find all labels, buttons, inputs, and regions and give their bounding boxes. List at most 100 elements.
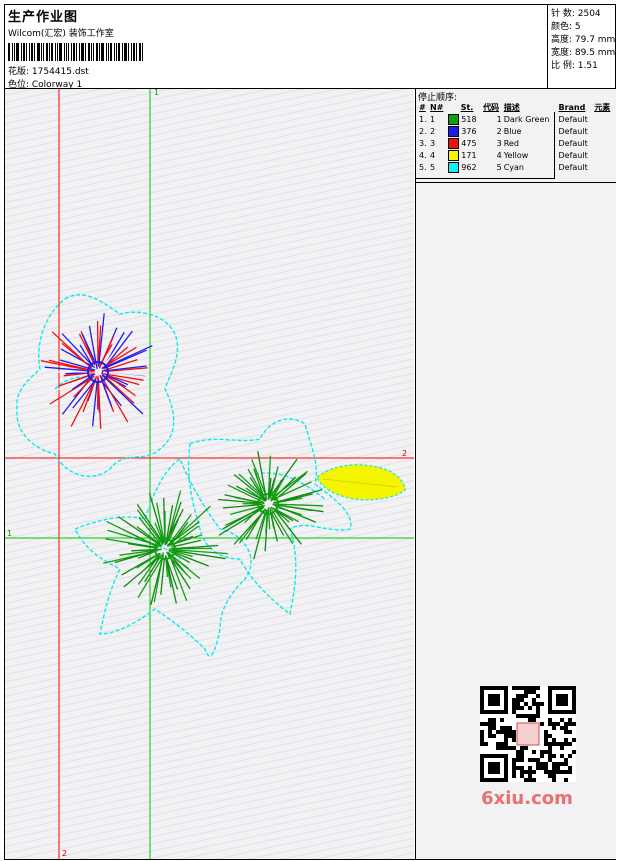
table-row[interactable]: 5. 5 962 5 Cyan Default xyxy=(418,161,614,173)
qr-module xyxy=(512,702,516,706)
qr-module xyxy=(532,714,536,718)
qr-module xyxy=(528,706,532,710)
stitch-line xyxy=(114,549,158,564)
qr-module xyxy=(540,750,544,754)
qr-module xyxy=(544,730,548,734)
qr-module xyxy=(568,766,572,770)
qr-module xyxy=(520,774,524,778)
row-stitches: 171 xyxy=(447,149,482,161)
row-stitches: 376 xyxy=(447,125,482,137)
table-row[interactable]: 1. 1 518 1 Dark Green Default xyxy=(418,113,614,125)
watermark-site: 6xiu.com xyxy=(481,788,573,809)
qr-module xyxy=(552,722,556,726)
barcode-bar xyxy=(68,43,70,61)
qr-module xyxy=(488,722,492,726)
legend-separator xyxy=(416,182,616,183)
qr-module xyxy=(504,734,508,738)
qr-module xyxy=(544,734,548,738)
barcode xyxy=(8,43,144,61)
row-stitches: 475 xyxy=(447,137,482,149)
qr-module xyxy=(536,714,540,718)
barcode-bar xyxy=(15,43,19,61)
yellow-leaf xyxy=(316,464,406,501)
qr-module xyxy=(536,758,540,762)
qr-module xyxy=(484,722,488,726)
qr-module xyxy=(496,742,500,746)
barcode-bar xyxy=(50,43,53,61)
qr-module xyxy=(544,750,548,754)
qr-module xyxy=(532,698,536,702)
qr-module xyxy=(516,698,520,702)
qr-module xyxy=(564,722,568,726)
qr-module xyxy=(512,762,516,766)
table-row[interactable]: 2. 2 376 2 Blue Default xyxy=(418,125,614,137)
barcode-bar xyxy=(116,43,118,61)
qr-module xyxy=(540,766,544,770)
table-row[interactable]: 4. 4 171 4 Yellow Default xyxy=(418,149,614,161)
qr-module xyxy=(532,750,536,754)
qr-module xyxy=(520,694,524,698)
stitch-count-value: 171 xyxy=(458,150,477,160)
qr-module xyxy=(532,702,536,706)
qr-module xyxy=(552,770,556,774)
qr-module xyxy=(500,730,504,734)
qr-module xyxy=(516,754,520,758)
qr-code xyxy=(480,686,576,782)
table-row[interactable]: 3. 3 475 3 Red Default xyxy=(418,137,614,149)
barcode-bar xyxy=(36,43,40,61)
qr-module xyxy=(564,730,568,734)
row-element xyxy=(593,149,614,161)
qr-module xyxy=(516,706,520,710)
barcode-bar xyxy=(54,43,56,61)
barcode-bar xyxy=(106,43,108,61)
qr-module xyxy=(516,686,520,690)
row-index: 1. xyxy=(419,114,427,124)
qr-module xyxy=(480,738,484,742)
color-swatch xyxy=(447,161,459,173)
qr-module xyxy=(520,686,524,690)
barcode-bar xyxy=(11,43,13,61)
qr-module xyxy=(548,722,552,726)
qr-module xyxy=(520,714,524,718)
row-element xyxy=(593,113,614,125)
color-swatch xyxy=(447,113,459,125)
qr-module xyxy=(552,754,556,758)
row-code: 3 xyxy=(496,138,502,148)
color-swatch xyxy=(447,137,459,149)
col-header-stitches: St. xyxy=(460,102,474,112)
color-swatch xyxy=(447,125,459,137)
qr-module xyxy=(512,758,516,762)
qr-module xyxy=(564,762,568,766)
qr-module xyxy=(492,734,496,738)
qr-finder xyxy=(488,762,500,774)
barcode-bar xyxy=(81,43,85,61)
qr-module xyxy=(564,770,568,774)
row-code: 2 xyxy=(496,126,502,136)
qr-module xyxy=(512,706,516,710)
col-header-index: # xyxy=(419,102,426,112)
qr-module xyxy=(532,778,536,782)
qr-module xyxy=(536,766,540,770)
stats-panel: 针 数: 2504 颜色: 5 高度: 79.7 mm 宽度: 89.5 mm … xyxy=(547,5,616,89)
header: 生产作业图 Wilcom(汇宏) 装饰工作室 花版: 1754415.dst 色… xyxy=(5,5,547,90)
qr-module xyxy=(564,738,568,742)
qr-module xyxy=(552,766,556,770)
stitch-count: 针 数: 2504 xyxy=(551,9,601,19)
barcode-bar xyxy=(22,43,25,61)
qr-module xyxy=(568,730,572,734)
barcode-bar xyxy=(42,43,44,61)
qr-module xyxy=(544,762,548,766)
barcode-bar xyxy=(25,43,27,61)
row-needle: 1 xyxy=(430,114,436,124)
qr-module xyxy=(560,762,564,766)
qr-module xyxy=(512,738,516,742)
row-index: 5. xyxy=(419,162,427,172)
qr-module xyxy=(540,762,544,766)
qr-module xyxy=(524,686,528,690)
design-canvas[interactable]: 1 2 1 2 xyxy=(5,89,414,859)
qr-module xyxy=(524,746,528,750)
barcode-bar xyxy=(88,43,91,61)
qr-module xyxy=(532,718,536,722)
color-count: 颜色: 5 xyxy=(551,22,581,32)
qr-module xyxy=(540,754,544,758)
